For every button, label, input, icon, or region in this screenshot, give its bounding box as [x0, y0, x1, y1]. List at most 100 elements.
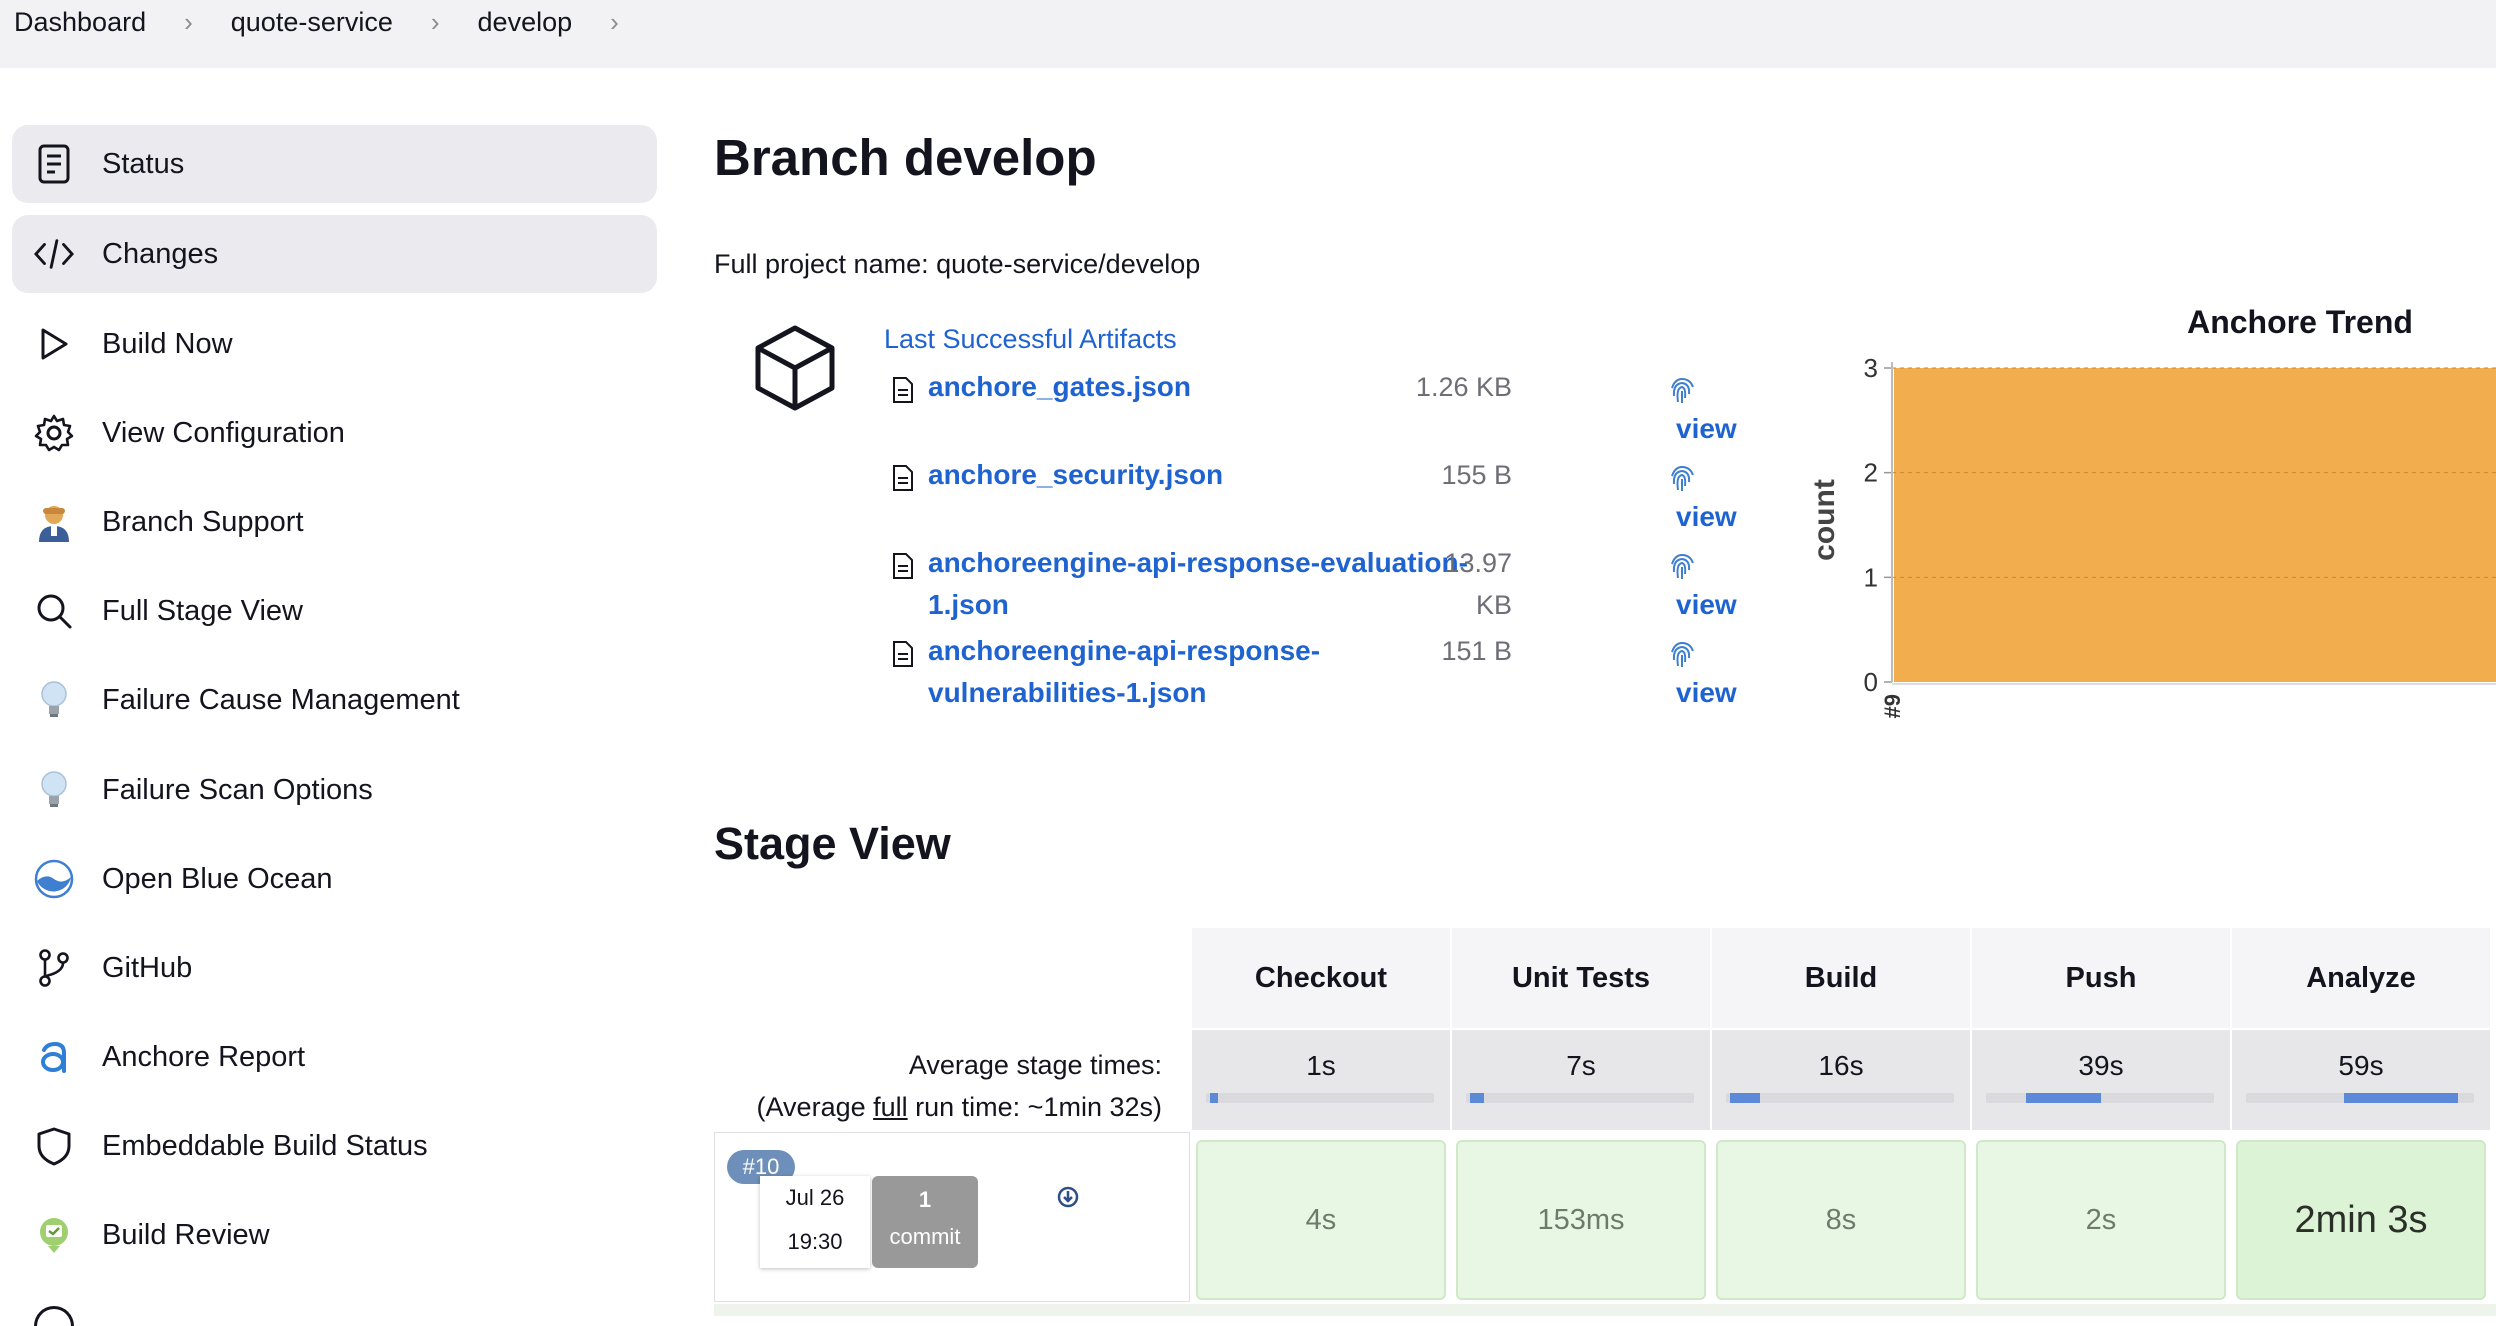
artifact-link[interactable]: anchoreengine-api-response-vulnerabiliti… — [928, 630, 1368, 714]
sidebar-item-anchore-report[interactable]: Anchore Report — [12, 1018, 657, 1096]
file-icon — [892, 640, 914, 673]
lightbulb-icon — [34, 770, 74, 810]
chevron-right-icon: › — [184, 7, 193, 37]
chevron-right-icon: › — [430, 7, 440, 37]
view-fingerprint-link[interactable]: view — [1676, 672, 1737, 714]
sidebar-item-full-stage-view[interactable]: Full Stage View — [12, 572, 657, 650]
stage-average-bar-fill — [1210, 1093, 1218, 1103]
stage-run-cell[interactable]: 4s — [1196, 1140, 1446, 1300]
sidebar-item-status[interactable]: Status — [12, 125, 657, 203]
stage-average-bar — [1206, 1093, 1434, 1103]
sidebar-item-label: Changes — [102, 238, 219, 270]
chevron-right-icon[interactable]: › — [610, 9, 619, 36]
artifact-size: 151 B — [1441, 636, 1512, 666]
stage-average-time: 7s — [1566, 1050, 1596, 1081]
chart-area — [1894, 368, 2496, 682]
anchore-trend-chart[interactable]: 0 1 2 3 count #9 — [1800, 340, 2496, 740]
sidebar-item-failure-cause-management[interactable]: Failure Cause Management — [12, 661, 657, 739]
artifact-size: 155 B — [1441, 460, 1512, 490]
branch-icon — [34, 948, 74, 988]
last-successful-artifacts-link[interactable]: Last Successful Artifacts — [884, 322, 1177, 356]
sidebar-item-label: Build Review — [102, 1219, 270, 1251]
breadcrumb-dashboard[interactable]: Dashboard — [14, 9, 146, 36]
sidebar-item-branch-support[interactable]: Branch Support — [12, 483, 657, 561]
sidebar-item-failure-scan-options[interactable]: Failure Scan Options — [12, 751, 657, 829]
sidebar-item-label: Anchore Report — [102, 1041, 306, 1073]
next-row-divider — [714, 1304, 2496, 1316]
view-fingerprint-link[interactable]: view — [1676, 408, 1737, 450]
sidebar-item-partial — [34, 1306, 74, 1326]
sidebar-item-github[interactable]: GitHub — [12, 929, 657, 1007]
stage-average: 59s — [2232, 1030, 2490, 1130]
average-run-suffix: run time: ~1min 32s) — [907, 1092, 1162, 1122]
build-date: Jul 26 19:30 — [760, 1176, 870, 1268]
stage-header: Unit Tests — [1452, 928, 1710, 1028]
build-date-time: 19:30 — [787, 1229, 843, 1254]
sidebar-item-open-blue-ocean[interactable]: Open Blue Ocean — [12, 840, 657, 918]
sidebar-item-build-review[interactable]: Build Review — [12, 1196, 657, 1274]
stage-header: Analyze — [2232, 928, 2490, 1028]
fingerprint-icon[interactable] — [1667, 464, 1697, 499]
sidebar-item-label: Failure Cause Management — [102, 684, 460, 716]
stage-average-bar-fill — [2026, 1093, 2101, 1103]
sidebar-item-label: Full Stage View — [102, 595, 303, 627]
review-icon — [34, 1215, 74, 1255]
stage-run-cell[interactable]: 8s — [1716, 1140, 1966, 1300]
blue-ocean-icon — [34, 859, 74, 899]
chart-y-tick-label: 3 — [1864, 353, 1878, 383]
file-icon — [892, 464, 914, 497]
stage-average: 16s — [1712, 1030, 1970, 1130]
magnifier-icon — [34, 591, 74, 631]
chart-y-tick-label: 1 — [1864, 562, 1878, 592]
file-icon — [892, 376, 914, 409]
stage-average-time: 59s — [2338, 1050, 2384, 1081]
stage-header: Push — [1972, 928, 2230, 1028]
stage-average: 7s — [1452, 1030, 1710, 1130]
stage-average: 39s — [1972, 1030, 2230, 1130]
stage-header: Build — [1712, 928, 1970, 1028]
stage-view-title: Stage View — [714, 818, 951, 869]
play-icon — [34, 324, 74, 364]
fingerprint-icon[interactable] — [1667, 376, 1697, 411]
sidebar-item-label: Status — [102, 148, 185, 180]
stage-run-cell[interactable]: 153ms — [1456, 1140, 1706, 1300]
sidebar-item-label: Branch Support — [102, 506, 304, 538]
sidebar-item-view-configuration[interactable]: View Configuration — [12, 394, 657, 472]
commit-count: 1 — [918, 1187, 932, 1212]
fingerprint-icon[interactable] — [1667, 640, 1697, 675]
average-full-run-time: (Average full run time: ~1min 32s) — [714, 1086, 1162, 1128]
sidebar-item-label: Failure Scan Options — [102, 774, 373, 806]
stage-average-bar — [1726, 1093, 1954, 1103]
view-fingerprint-link[interactable]: view — [1676, 584, 1737, 626]
sidebar-item-changes[interactable]: Changes — [12, 215, 657, 293]
average-stage-times-label: Average stage times: — [908, 1050, 1162, 1080]
commit-count-button[interactable]: 1 commit — [872, 1176, 978, 1268]
artifact-row: anchore_gates.json 1.26 KB view — [884, 366, 1764, 450]
view-fingerprint-link[interactable]: view — [1676, 496, 1737, 538]
build-date-day: Jul 26 — [785, 1185, 845, 1210]
artifact-size: 1.26 KB — [1415, 372, 1512, 402]
sidebar-item-embeddable-build-status[interactable]: Embeddable Build Status — [12, 1107, 657, 1185]
package-icon — [752, 322, 838, 417]
code-icon — [34, 234, 74, 274]
fingerprint-icon[interactable] — [1667, 552, 1697, 587]
file-icon — [892, 552, 914, 585]
chart-y-tick-label: 0 — [1864, 667, 1878, 697]
artifact-row: anchoreengine-api-response-vulnerabiliti… — [884, 630, 1764, 714]
stage-average-bar — [1986, 1093, 2214, 1103]
average-full-word: full — [873, 1092, 908, 1122]
breadcrumb-develop[interactable]: develop — [478, 9, 573, 36]
document-icon — [34, 144, 74, 184]
page-title: Branch develop — [714, 129, 1097, 186]
artifact-row: anchore_security.json 155 B view — [884, 454, 1764, 538]
sidebar-item-build-now[interactable]: Build Now — [12, 305, 657, 383]
anchore-icon — [34, 1037, 74, 1077]
stage-average-time: 16s — [1818, 1050, 1864, 1081]
stage-run-cell[interactable]: 2min 3s — [2236, 1140, 2486, 1300]
stage-run-cell[interactable]: 2s — [1976, 1140, 2226, 1300]
breadcrumb-quote-service[interactable]: quote-service — [231, 9, 393, 36]
full-project-name: Full project name: quote-service/develop — [714, 249, 1201, 279]
download-icon[interactable] — [1057, 1186, 1079, 1213]
shield-icon — [34, 1126, 74, 1166]
breadcrumb: Dashboard › quote-service › develop › — [0, 0, 2496, 68]
